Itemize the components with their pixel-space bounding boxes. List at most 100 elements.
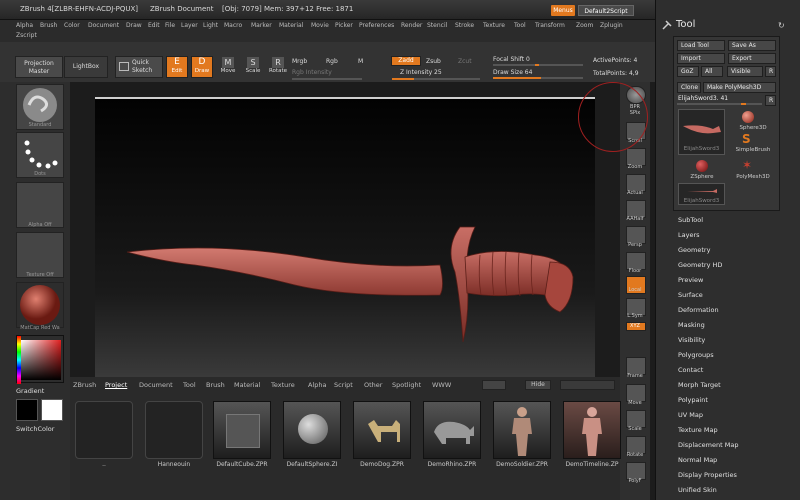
matcap-material-button[interactable] — [16, 282, 64, 328]
menu-preferences[interactable]: Preferences — [359, 22, 394, 29]
color-picker-hue-strip[interactable] — [17, 336, 21, 384]
tab-script[interactable]: Script — [334, 381, 353, 389]
export-button[interactable]: Export — [728, 53, 776, 64]
tab-brush[interactable]: Brush — [206, 381, 225, 389]
tab-texture[interactable]: Texture — [271, 381, 295, 389]
section-geometry[interactable]: Geometry — [678, 246, 710, 254]
menu-material[interactable]: Material — [279, 22, 303, 29]
section-layers[interactable]: Layers — [678, 231, 700, 239]
polymesh3d-tool-icon[interactable]: ✶ — [742, 159, 752, 171]
gradient-label[interactable]: Gradient — [16, 387, 44, 395]
section-unified-skin[interactable]: Unified Skin — [678, 486, 717, 494]
section-masking[interactable]: Masking — [678, 321, 705, 329]
draw-button[interactable]: D Draw — [191, 56, 213, 78]
menu-zplugin[interactable]: Zplugin — [600, 22, 623, 29]
secondary-color-swatch[interactable] — [41, 399, 63, 421]
menu-marker[interactable]: Marker — [251, 22, 272, 29]
size-slider[interactable] — [560, 380, 615, 390]
current-tool-slider[interactable]: ElijahSword3. 41 — [678, 95, 728, 102]
sphere3d-tool-icon[interactable] — [742, 111, 754, 123]
menu-stroke[interactable]: Stroke — [455, 22, 474, 29]
goz-button[interactable]: GoZ — [677, 66, 699, 77]
zsub-button[interactable]: Zsub — [426, 58, 441, 65]
tab-project[interactable]: Project — [105, 381, 127, 389]
tab-www[interactable]: WWW — [432, 381, 451, 389]
tab-material[interactable]: Material — [234, 381, 260, 389]
tab-other[interactable]: Other — [364, 381, 382, 389]
menu-file[interactable]: File — [165, 22, 175, 29]
default-cube-item[interactable] — [213, 401, 271, 459]
tool-elijahsword-main[interactable]: ElijahSword3 — [678, 109, 725, 155]
focal-shift-slider[interactable]: Focal Shift 0 — [493, 56, 530, 63]
projection-master-button[interactable]: Projection Master — [15, 56, 63, 78]
load-tool-button[interactable]: Load Tool — [677, 40, 725, 51]
scale-button[interactable]: S Scale — [242, 56, 264, 78]
switch-color-button[interactable]: SwitchColor — [16, 425, 54, 433]
z-intensity-slider[interactable]: Z Intensity 25 — [400, 69, 442, 76]
menu-transform[interactable]: Transform — [535, 22, 565, 29]
menu-color[interactable]: Color — [64, 22, 80, 29]
menu-alpha[interactable]: Alpha — [16, 22, 33, 29]
rgb-button[interactable]: Rgb — [326, 58, 338, 65]
menus-button[interactable]: Menus — [551, 5, 575, 16]
demo-timeline-item[interactable] — [563, 401, 621, 459]
demo-soldier-item[interactable] — [493, 401, 551, 459]
menu-layer[interactable]: Layer — [181, 22, 198, 29]
focal-shift-track[interactable] — [493, 64, 583, 66]
tab-alpha[interactable]: Alpha — [308, 381, 326, 389]
visible-button[interactable]: Visible — [727, 66, 763, 77]
tab-spotlight[interactable]: Spotlight — [392, 381, 421, 389]
tab-zbrush[interactable]: ZBrush — [73, 381, 96, 389]
draw-size-slider[interactable]: Draw Size 64 — [493, 69, 532, 76]
default-script-button[interactable]: Default2Script — [578, 5, 634, 16]
menu-texture[interactable]: Texture — [483, 22, 505, 29]
menu-tool[interactable]: Tool — [514, 22, 526, 29]
menu-movie[interactable]: Movie — [311, 22, 329, 29]
section-surface[interactable]: Surface — [678, 291, 703, 299]
mrgb-button[interactable]: Mrgb — [292, 58, 307, 65]
demo-dog-item[interactable] — [353, 401, 411, 459]
draw-size-track[interactable] — [493, 77, 583, 79]
z-intensity-track[interactable] — [392, 78, 480, 80]
current-tool-track[interactable] — [677, 103, 762, 105]
import-button[interactable]: Import — [677, 53, 725, 64]
reset-icon[interactable]: ↻ — [778, 21, 785, 30]
m-button[interactable]: M — [358, 58, 363, 65]
r-button-2[interactable]: R — [765, 95, 776, 106]
section-contact[interactable]: Contact — [678, 366, 703, 374]
section-texture-map[interactable]: Texture Map — [678, 426, 718, 434]
section-preview[interactable]: Preview — [678, 276, 703, 284]
menu-document[interactable]: Document — [88, 22, 119, 29]
all-button[interactable]: All — [701, 66, 723, 77]
section-normal-map[interactable]: Normal Map — [678, 456, 717, 464]
hide-button[interactable]: Hide — [525, 380, 551, 390]
rgb-intensity-track[interactable] — [292, 78, 362, 80]
section-polygroups[interactable]: Polygroups — [678, 351, 714, 359]
section-display-properties[interactable]: Display Properties — [678, 471, 737, 479]
menu-brush[interactable]: Brush — [40, 22, 57, 29]
menu-macro[interactable]: Macro — [224, 22, 242, 29]
section-deformation[interactable]: Deformation — [678, 306, 719, 314]
zcut-button[interactable]: Zcut — [458, 58, 472, 65]
tab-document[interactable]: Document — [139, 381, 173, 389]
nav-arrows[interactable] — [482, 380, 506, 390]
menu-draw[interactable]: Draw — [126, 22, 142, 29]
section-polypaint[interactable]: Polypaint — [678, 396, 708, 404]
tool-elijahsword-small[interactable]: ElijahSword3 — [678, 183, 725, 205]
tab-tool[interactable]: Tool — [183, 381, 196, 389]
section-displacement-map[interactable]: Displacement Map — [678, 441, 738, 449]
menu-stencil[interactable]: Stencil — [427, 22, 447, 29]
menu-picker[interactable]: Picker — [335, 22, 353, 29]
folder-up-item[interactable] — [75, 401, 133, 459]
make-polymesh-button[interactable]: Make PolyMesh3D — [703, 82, 776, 93]
menu-light[interactable]: Light — [203, 22, 218, 29]
zsphere-tool-icon[interactable] — [696, 160, 708, 172]
main-color-swatch[interactable] — [16, 399, 38, 421]
menu-edit[interactable]: Edit — [148, 22, 160, 29]
lightbox-button[interactable]: LightBox — [64, 56, 108, 78]
section-visibility[interactable]: Visibility — [678, 336, 705, 344]
clone-button[interactable]: Clone — [677, 82, 701, 93]
rgb-intensity-slider[interactable]: Rgb Intensity — [292, 69, 332, 76]
canvas-viewport[interactable] — [95, 97, 595, 377]
quick-sketch-button[interactable]: Quick Sketch — [115, 56, 163, 78]
